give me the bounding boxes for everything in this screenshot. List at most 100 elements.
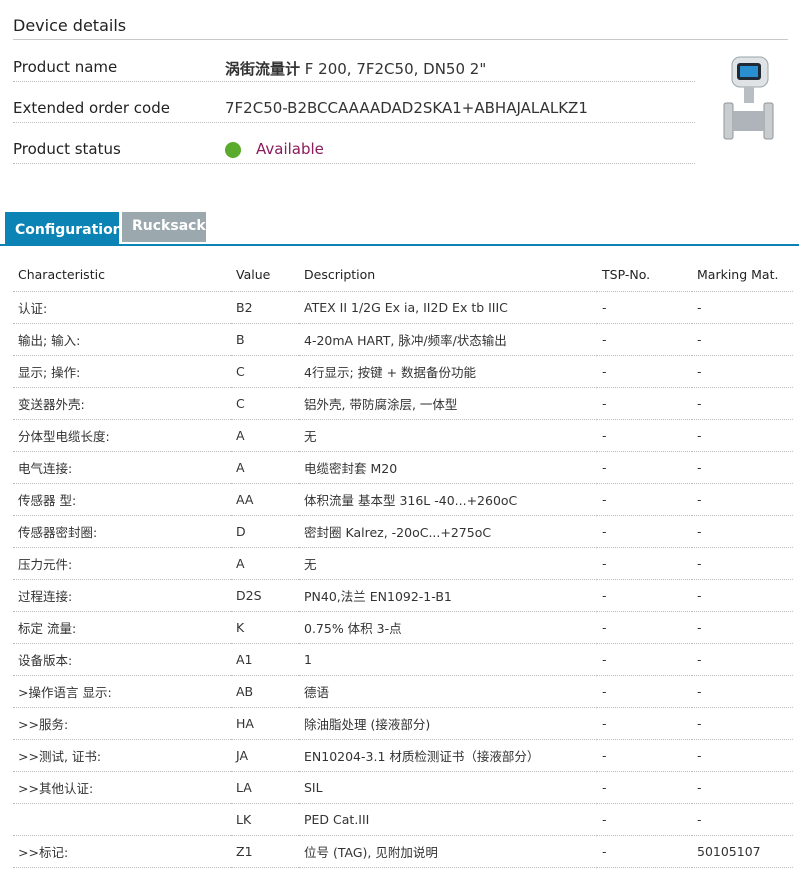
- column-header-description: Description: [299, 259, 597, 292]
- cell-description: ATEX II 1/2G Ex ia, II2D Ex tb IIIC: [299, 291, 597, 324]
- column-header-characteristic: Characteristic: [13, 259, 231, 292]
- cell-description: PED Cat.III: [299, 803, 597, 836]
- section-title: Device details: [13, 16, 127, 35]
- table-row: 显示; 操作: C 4行显示; 按键 + 数据备份功能 - -: [13, 355, 793, 388]
- cell-value: LA: [231, 771, 299, 804]
- product-name-value: 涡街流量计 F 200, 7F2C50, DN50 2": [225, 58, 486, 79]
- product-status-row: Product status Available: [13, 123, 695, 164]
- configuration-table: Characteristic Value Description TSP-No.…: [13, 259, 793, 868]
- cell-marking-mat: -: [692, 355, 793, 388]
- cell-description: 无: [299, 547, 597, 580]
- cell-marking-mat: -: [692, 675, 793, 708]
- cell-tsp-no: -: [597, 803, 692, 836]
- cell-description: 位号 (TAG), 见附加说明: [299, 835, 597, 868]
- cell-characteristic: >>测试, 证书:: [13, 739, 231, 772]
- cell-value: D2S: [231, 579, 299, 612]
- product-name-row: Product name 涡街流量计 F 200, 7F2C50, DN50 2…: [13, 41, 695, 82]
- cell-characteristic: >操作语言 显示:: [13, 675, 231, 708]
- table-row: 变送器外壳: C 铝外壳, 带防腐涂层, 一体型 - -: [13, 387, 793, 420]
- cell-value: B2: [231, 291, 299, 324]
- cell-tsp-no: -: [597, 739, 692, 772]
- cell-tsp-no: -: [597, 707, 692, 740]
- cell-value: A: [231, 547, 299, 580]
- cell-characteristic: 过程连接:: [13, 579, 231, 612]
- table-row: 标定 流量: K 0.75% 体积 3-点 - -: [13, 611, 793, 644]
- cell-characteristic: 压力元件:: [13, 547, 231, 580]
- cell-characteristic: 设备版本:: [13, 643, 231, 676]
- cell-value: A1: [231, 643, 299, 676]
- table-row: >>服务: HA 除油脂处理 (接液部分) - -: [13, 707, 793, 740]
- cell-marking-mat: -: [692, 771, 793, 804]
- cell-description: 4行显示; 按键 + 数据备份功能: [299, 355, 597, 388]
- cell-value: AA: [231, 483, 299, 516]
- cell-characteristic: >>其他认证:: [13, 771, 231, 804]
- cell-value: D: [231, 515, 299, 548]
- cell-tsp-no: -: [597, 323, 692, 356]
- cell-value: Z1: [231, 835, 299, 868]
- cell-marking-mat: -: [692, 643, 793, 676]
- cell-tsp-no: -: [597, 675, 692, 708]
- table-row: >>其他认证: LA SIL - -: [13, 771, 793, 804]
- cell-description: 4-20mA HART, 脉冲/频率/状态输出: [299, 323, 597, 356]
- cell-marking-mat: -: [692, 707, 793, 740]
- cell-value: LK: [231, 803, 299, 836]
- tab-underline: [0, 244, 799, 246]
- cell-marking-mat: -: [692, 483, 793, 516]
- cell-value: HA: [231, 707, 299, 740]
- cell-characteristic: 输出; 输入:: [13, 323, 231, 356]
- cell-tsp-no: -: [597, 483, 692, 516]
- order-code-row: Extended order code 7F2C50-B2BCCAAAADAD2…: [13, 82, 695, 123]
- tab-configuration[interactable]: Configuration: [5, 212, 123, 246]
- cell-marking-mat: -: [692, 515, 793, 548]
- cell-value: B: [231, 323, 299, 356]
- product-name-rest: F 200, 7F2C50, DN50 2": [300, 60, 487, 78]
- table-row: 过程连接: D2S PN40,法兰 EN1092-1-B1- -: [13, 579, 793, 612]
- cell-value: C: [231, 355, 299, 388]
- table-row: 设备版本: A1 1- -: [13, 643, 793, 676]
- cell-tsp-no: -: [597, 291, 692, 324]
- table-row: 分体型电缆长度: A 无 - -: [13, 419, 793, 452]
- cell-value: C: [231, 387, 299, 420]
- table-row: 传感器 型: AA 体积流量 基本型 316L -40...+260oC - -: [13, 483, 793, 516]
- table-row: 输出; 输入: B 4-20mA HART, 脉冲/频率/状态输出 - -: [13, 323, 793, 356]
- product-status-value: Available: [256, 140, 324, 158]
- table-row: 认证: B2 ATEX II 1/2G Ex ia, II2D Ex tb IIIC…: [13, 291, 793, 324]
- cell-characteristic: 变送器外壳:: [13, 387, 231, 420]
- column-header-value: Value: [231, 259, 299, 292]
- cell-description: 体积流量 基本型 316L -40...+260oC: [299, 483, 597, 516]
- cell-tsp-no: -: [597, 579, 692, 612]
- cell-marking-mat: -: [692, 419, 793, 452]
- cell-characteristic: 分体型电缆长度:: [13, 419, 231, 452]
- cell-tsp-no: -: [597, 611, 692, 644]
- table-row: >>测试, 证书: JA EN10204-3.1 材质检测证书（接液部分） - -: [13, 739, 793, 772]
- cell-description: 无: [299, 419, 597, 452]
- cell-description: 电缆密封套 M20: [299, 451, 597, 484]
- product-name-bold: 涡街流量计: [225, 60, 301, 78]
- cell-description: SIL: [299, 771, 597, 804]
- table-header-row: Characteristic Value Description TSP-No.…: [13, 259, 793, 292]
- cell-marking-mat: -: [692, 739, 793, 772]
- table-row: 传感器密封圈: D 密封圈 Kalrez, -20oC...+275oC - -: [13, 515, 793, 548]
- cell-marking-mat: -: [692, 803, 793, 836]
- cell-description: PN40,法兰 EN1092-1-B1: [299, 579, 597, 612]
- cell-marking-mat: -: [692, 547, 793, 580]
- cell-characteristic: [13, 803, 231, 836]
- cell-characteristic: 显示; 操作:: [13, 355, 231, 388]
- cell-tsp-no: -: [597, 515, 692, 548]
- device-details-panel: Device details Product name 涡街流量计 F 200,…: [0, 0, 799, 220]
- cell-description: 密封圈 Kalrez, -20oC...+275oC: [299, 515, 597, 548]
- cell-marking-mat: -: [692, 611, 793, 644]
- cell-description: 1: [299, 643, 597, 676]
- cell-value: A: [231, 451, 299, 484]
- cell-value: JA: [231, 739, 299, 772]
- table-row: >>标记: Z1 位号 (TAG), 见附加说明 -50105107: [13, 835, 793, 868]
- cell-characteristic: 传感器密封圈:: [13, 515, 231, 548]
- column-header-marking-mat: Marking Mat.: [692, 259, 793, 292]
- cell-characteristic: >>服务:: [13, 707, 231, 740]
- cell-tsp-no: -: [597, 835, 692, 868]
- status-dot-icon: [225, 142, 241, 158]
- cell-characteristic: 标定 流量:: [13, 611, 231, 644]
- cell-value: K: [231, 611, 299, 644]
- cell-characteristic: 认证:: [13, 291, 231, 324]
- tab-rucksack[interactable]: Rucksack: [122, 212, 206, 242]
